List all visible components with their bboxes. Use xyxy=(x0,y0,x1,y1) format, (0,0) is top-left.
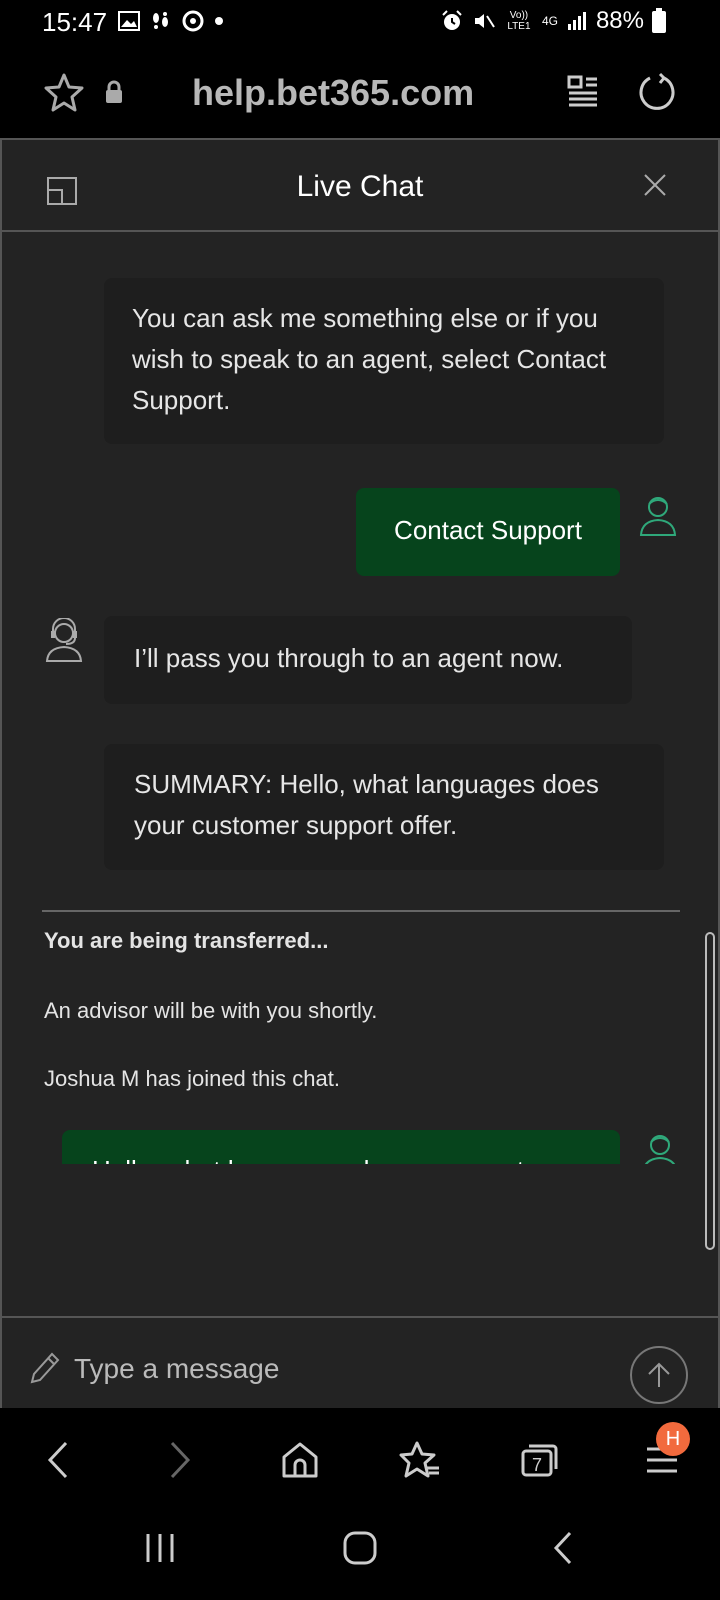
home-icon xyxy=(282,1442,318,1478)
user-message: Hello, what languages does your customer… xyxy=(62,1130,620,1164)
bot-message: I’ll pass you through to an agent now. xyxy=(104,616,632,704)
back-system-icon[interactable] xyxy=(552,1530,574,1566)
refresh-icon[interactable] xyxy=(636,72,676,112)
transfer-divider xyxy=(42,910,680,912)
tabs-button[interactable]: 7 xyxy=(512,1432,568,1488)
alarm-icon xyxy=(442,10,462,30)
battery-percent: 88% xyxy=(595,7,644,34)
star-icon[interactable] xyxy=(44,72,84,112)
battery-icon xyxy=(652,8,666,33)
url-text[interactable]: help.bet365.com xyxy=(192,72,474,114)
bookmarks-button[interactable] xyxy=(392,1432,448,1488)
bot-message-text: I’ll pass you through to an agent now. xyxy=(134,643,564,673)
dot-icon xyxy=(215,17,223,25)
advisor-notice: An advisor will be with you shortly. xyxy=(44,998,378,1023)
recent-apps-icon[interactable] xyxy=(144,1532,176,1564)
user-message: Contact Support xyxy=(356,488,620,576)
menu-notification-badge: H xyxy=(656,1422,690,1456)
chat-title: Live Chat xyxy=(296,170,424,203)
home-system-icon[interactable] xyxy=(342,1530,378,1566)
chat-scrollbar[interactable] xyxy=(705,932,715,1250)
transfer-heading: You are being transferred... xyxy=(44,928,329,953)
lock-icon xyxy=(106,80,122,103)
close-icon[interactable] xyxy=(642,172,668,198)
bookmarks-star-icon xyxy=(399,1441,439,1478)
agent-headset-icon xyxy=(45,618,83,662)
forward-button[interactable] xyxy=(152,1432,208,1488)
tabs-icon: 7 xyxy=(521,1444,558,1477)
status-bar: 15:47 Vo)) LTE1 4G 88% xyxy=(0,0,720,46)
footsteps-icon xyxy=(153,12,168,29)
tabs-count: 7 xyxy=(532,1455,542,1475)
pencil-icon xyxy=(30,1352,60,1384)
message-input[interactable] xyxy=(74,1346,594,1392)
image-icon xyxy=(118,11,140,31)
bot-message: You can ask me something else or if you … xyxy=(104,278,664,444)
arrow-up-icon xyxy=(648,1362,670,1387)
volte-icon: Vo)) LTE1 xyxy=(507,10,531,32)
chevron-left-icon xyxy=(47,1441,68,1479)
status-time: 15:47 xyxy=(42,7,108,37)
4g-icon: 4G xyxy=(541,14,558,28)
browser-bottom-nav: 7 xyxy=(0,1408,720,1512)
reader-mode-icon[interactable] xyxy=(566,74,600,108)
status-left-icons xyxy=(118,10,224,32)
home-button[interactable] xyxy=(272,1432,328,1488)
mute-icon xyxy=(474,14,495,28)
summary-message: SUMMARY: Hello, what languages does your… xyxy=(104,744,664,870)
user-avatar-icon xyxy=(644,1135,676,1164)
summary-message-text: SUMMARY: Hello, what languages does your… xyxy=(134,769,599,840)
live-chat-panel: Live Chat You can ask me something else … xyxy=(0,138,720,1546)
system-nav-bar xyxy=(0,1512,720,1600)
back-button[interactable] xyxy=(30,1432,86,1488)
signal-icon xyxy=(567,12,586,30)
chat-messages: You can ask me something else or if you … xyxy=(2,234,718,1164)
browser-url-bar: help.bet365.com xyxy=(0,46,720,138)
send-button[interactable] xyxy=(630,1346,688,1404)
user-message-text: Hello, what languages does your customer… xyxy=(92,1155,583,1164)
status-right-icons: Vo)) LTE1 4G 88% xyxy=(440,7,670,35)
joined-notice: Joshua M has joined this chat. xyxy=(44,1066,340,1091)
chat-header: Live Chat xyxy=(2,140,718,232)
chevron-right-icon xyxy=(170,1441,191,1479)
user-message-text: Contact Support xyxy=(394,515,582,545)
chrome-icon xyxy=(182,10,204,32)
bot-message-text: You can ask me something else or if you … xyxy=(132,303,607,415)
user-avatar-icon xyxy=(639,497,677,536)
